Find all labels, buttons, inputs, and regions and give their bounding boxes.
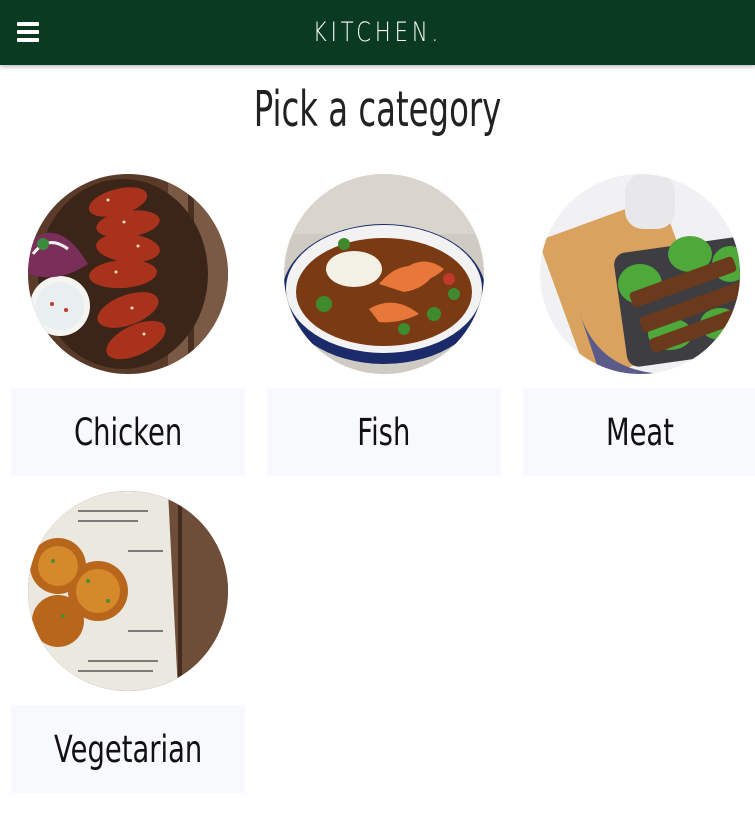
category-label-box[interactable]: Chicken <box>11 388 245 476</box>
top-bar: KITCHEN. <box>0 0 755 65</box>
category-label: Vegetarian <box>53 727 203 771</box>
category-label: Meat <box>606 410 674 454</box>
meat-skewers-photo[interactable] <box>540 174 740 374</box>
category-label: Fish <box>357 410 411 454</box>
chicken-wings-photo[interactable] <box>28 174 228 374</box>
shrimp-stew-photo[interactable] <box>284 174 484 374</box>
category-label-box[interactable]: Fish <box>267 388 501 476</box>
category-label: Chicken <box>73 410 183 454</box>
vegetable-fritters-photo[interactable] <box>28 491 228 691</box>
category-label-box[interactable]: Meat <box>523 388 755 476</box>
hamburger-menu-icon[interactable] <box>17 22 39 42</box>
page-title: Pick a category <box>253 81 502 138</box>
brand-logo[interactable]: KITCHEN. <box>83 0 672 65</box>
category-label-box[interactable]: Vegetarian <box>11 705 245 793</box>
